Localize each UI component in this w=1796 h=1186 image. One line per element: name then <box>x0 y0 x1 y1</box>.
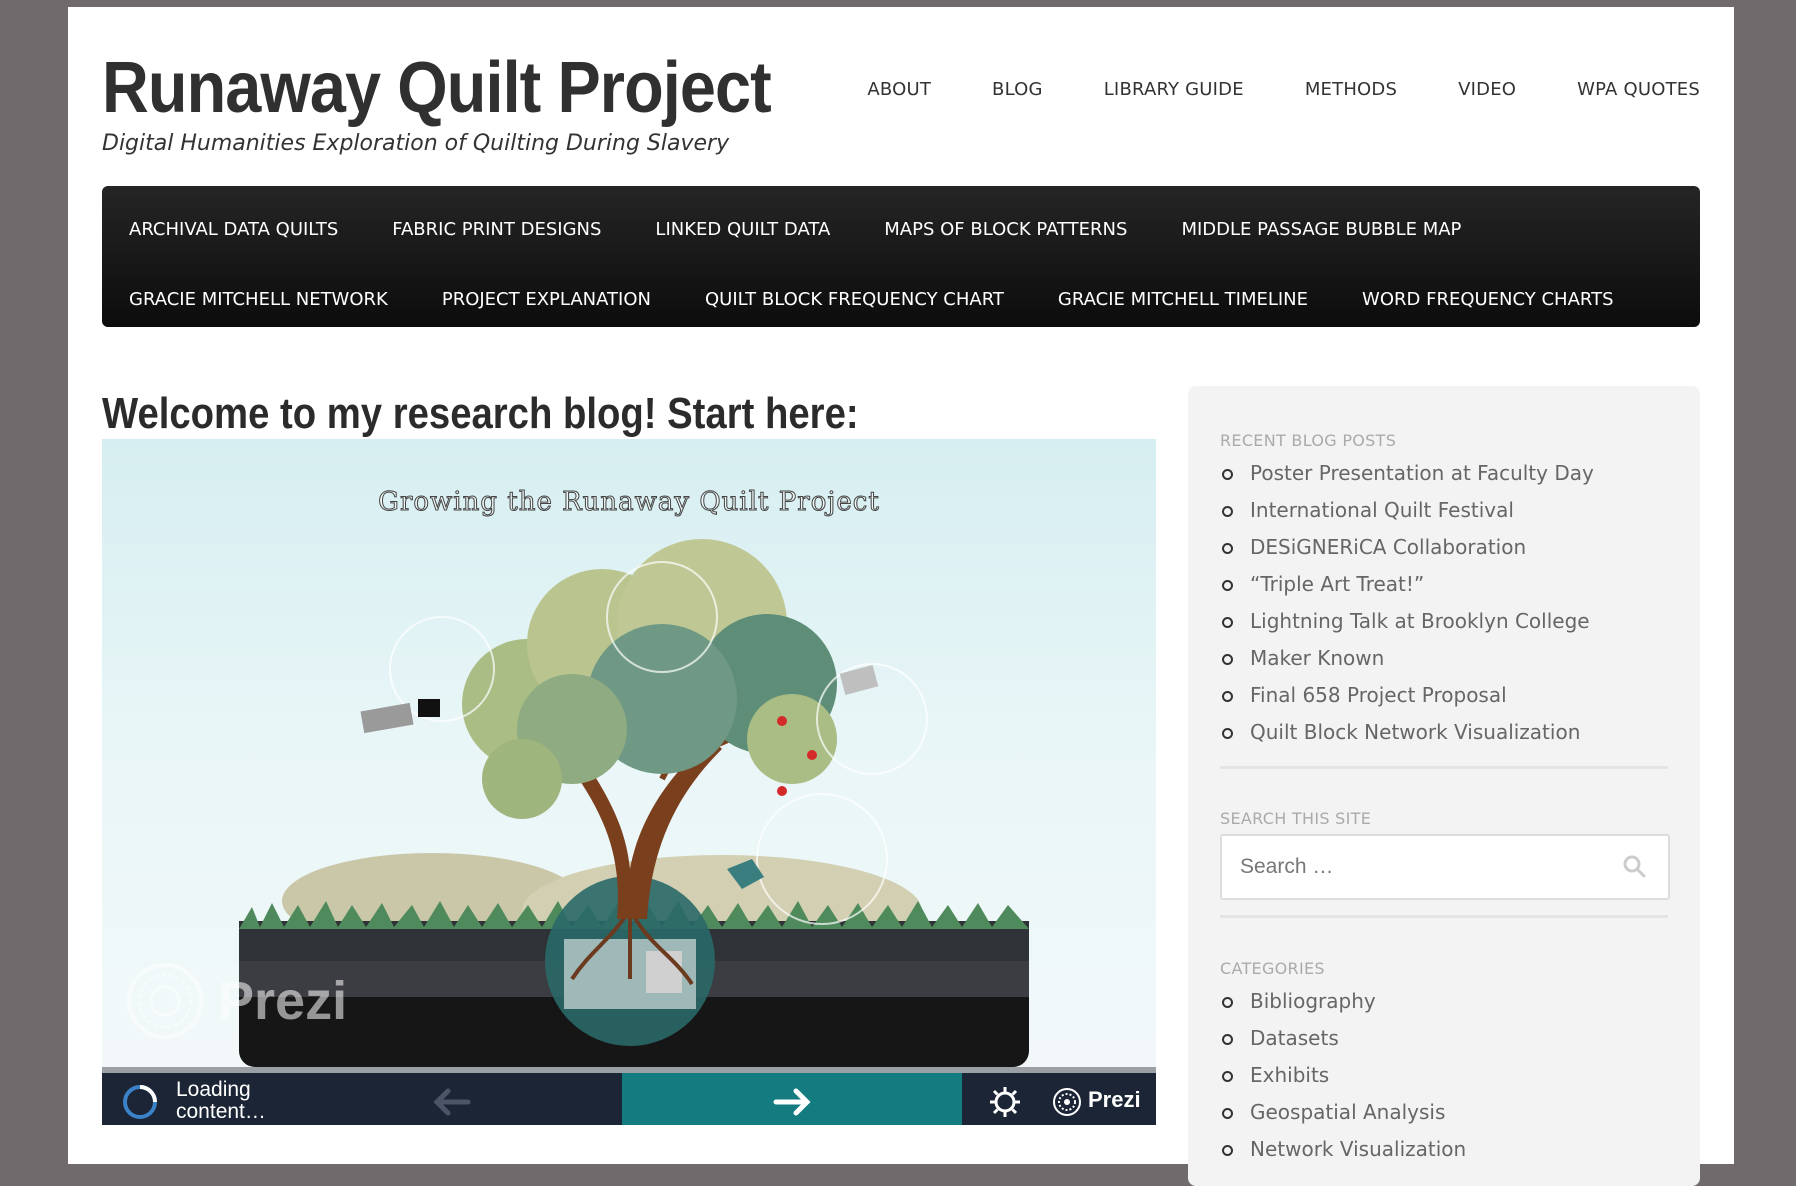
prezi-watermark: Prezi <box>126 962 347 1040</box>
recent-post-link[interactable]: International Quilt Festival <box>1220 495 1594 532</box>
settings-gear-icon[interactable] <box>988 1085 1022 1119</box>
main-nav-row: GRACIE MITCHELL NETWORK PROJECT EXPLANAT… <box>129 289 1614 310</box>
prezi-brand-label[interactable]: Prezi <box>1088 1087 1141 1113</box>
nav-maps-of-block-patterns[interactable]: MAPS OF BLOCK PATTERNS <box>884 219 1127 240</box>
nav-word-frequency-charts[interactable]: WORD FREQUENCY CHARTS <box>1362 289 1613 310</box>
recent-post-link[interactable]: Poster Presentation at Faculty Day <box>1220 458 1594 495</box>
nav-library-guide[interactable]: LIBRARY GUIDE <box>1104 79 1244 100</box>
nav-quilt-block-frequency-chart[interactable]: QUILT BLOCK FREQUENCY CHART <box>705 289 1004 310</box>
widget-divider <box>1220 766 1668 769</box>
post-title: Welcome to my research blog! Start here: <box>102 389 859 438</box>
site-description: Digital Humanities Exploration of Quilti… <box>102 131 730 156</box>
loading-text: Loading content… <box>176 1079 296 1123</box>
category-link[interactable]: Network Visualization <box>1220 1134 1466 1171</box>
loading-line: Loading <box>176 1078 251 1101</box>
nav-gracie-mitchell-network[interactable]: GRACIE MITCHELL NETWORK <box>129 289 388 310</box>
top-navigation: ABOUT BLOG LIBRARY GUIDE METHODS VIDEO W… <box>867 79 1700 100</box>
loading-line: content… <box>176 1100 266 1123</box>
loading-spinner-icon <box>123 1085 157 1119</box>
nav-about[interactable]: ABOUT <box>867 79 931 100</box>
loading-panel: Loading content… <box>102 1073 622 1125</box>
next-button[interactable] <box>622 1073 962 1125</box>
prezi-controls: Loading content… Prezi <box>102 1067 1156 1125</box>
nav-gracie-mitchell-timeline[interactable]: GRACIE MITCHELL TIMELINE <box>1058 289 1308 310</box>
main-nav-row: ARCHIVAL DATA QUILTS FABRIC PRINT DESIGN… <box>129 219 1461 240</box>
next-arrow-icon <box>773 1088 811 1116</box>
nav-wpa-quotes[interactable]: WPA QUOTES <box>1577 79 1700 100</box>
prezi-embed[interactable]: Growing the Runaway Quilt Project Prezi … <box>102 439 1156 1125</box>
nav-blog[interactable]: BLOG <box>992 79 1043 100</box>
nav-linked-quilt-data[interactable]: LINKED QUILT DATA <box>655 219 830 240</box>
site-title[interactable]: Runaway Quilt Project <box>102 47 772 129</box>
recent-post-link[interactable]: Lightning Talk at Brooklyn College <box>1220 606 1594 643</box>
nav-middle-passage-bubble-map[interactable]: MIDDLE PASSAGE BUBBLE MAP <box>1181 219 1461 240</box>
main-navigation-bar: ARCHIVAL DATA QUILTS FABRIC PRINT DESIGN… <box>102 186 1700 327</box>
prezi-logo-icon <box>1053 1088 1081 1116</box>
nav-fabric-print-designs[interactable]: FABRIC PRINT DESIGNS <box>392 219 601 240</box>
recent-post-link[interactable]: Maker Known <box>1220 643 1594 680</box>
nav-archival-data-quilts[interactable]: ARCHIVAL DATA QUILTS <box>129 219 338 240</box>
nav-methods[interactable]: METHODS <box>1305 79 1397 100</box>
previous-arrow-icon[interactable] <box>432 1087 472 1117</box>
nav-video[interactable]: VIDEO <box>1458 79 1516 100</box>
recent-post-link[interactable]: “Triple Art Treat!” <box>1220 569 1594 606</box>
prezi-watermark-text: Prezi <box>218 971 348 1031</box>
recent-posts-title: RECENT BLOG POSTS <box>1220 431 1397 450</box>
recent-post-link[interactable]: Final 658 Project Proposal <box>1220 680 1594 717</box>
sidebar: RECENT BLOG POSTS Poster Presentation at… <box>1188 386 1700 1186</box>
widget-divider <box>1220 915 1668 918</box>
category-link[interactable]: Bibliography <box>1220 986 1466 1023</box>
search-form <box>1220 834 1670 900</box>
category-link[interactable]: Exhibits <box>1220 1060 1466 1097</box>
recent-post-link[interactable]: DESiGNERiCA Collaboration <box>1220 532 1594 569</box>
category-link[interactable]: Datasets <box>1220 1023 1466 1060</box>
nav-project-explanation[interactable]: PROJECT EXPLANATION <box>442 289 651 310</box>
prezi-toolbar-right: Prezi <box>962 1073 1156 1125</box>
categories-title: CATEGORIES <box>1220 959 1325 978</box>
search-widget-title: SEARCH THIS SITE <box>1220 809 1372 828</box>
recent-posts-list: Poster Presentation at Faculty Day Inter… <box>1220 458 1594 754</box>
recent-post-link[interactable]: Quilt Block Network Visualization <box>1220 717 1594 754</box>
page: Runaway Quilt Project Digital Humanities… <box>68 7 1734 1186</box>
search-input[interactable] <box>1238 850 1602 884</box>
prezi-logo-icon <box>127 963 203 1039</box>
search-icon[interactable] <box>1622 854 1646 878</box>
categories-list: Bibliography Datasets Exhibits Geospatia… <box>1220 986 1466 1171</box>
category-link[interactable]: Geospatial Analysis <box>1220 1097 1466 1134</box>
